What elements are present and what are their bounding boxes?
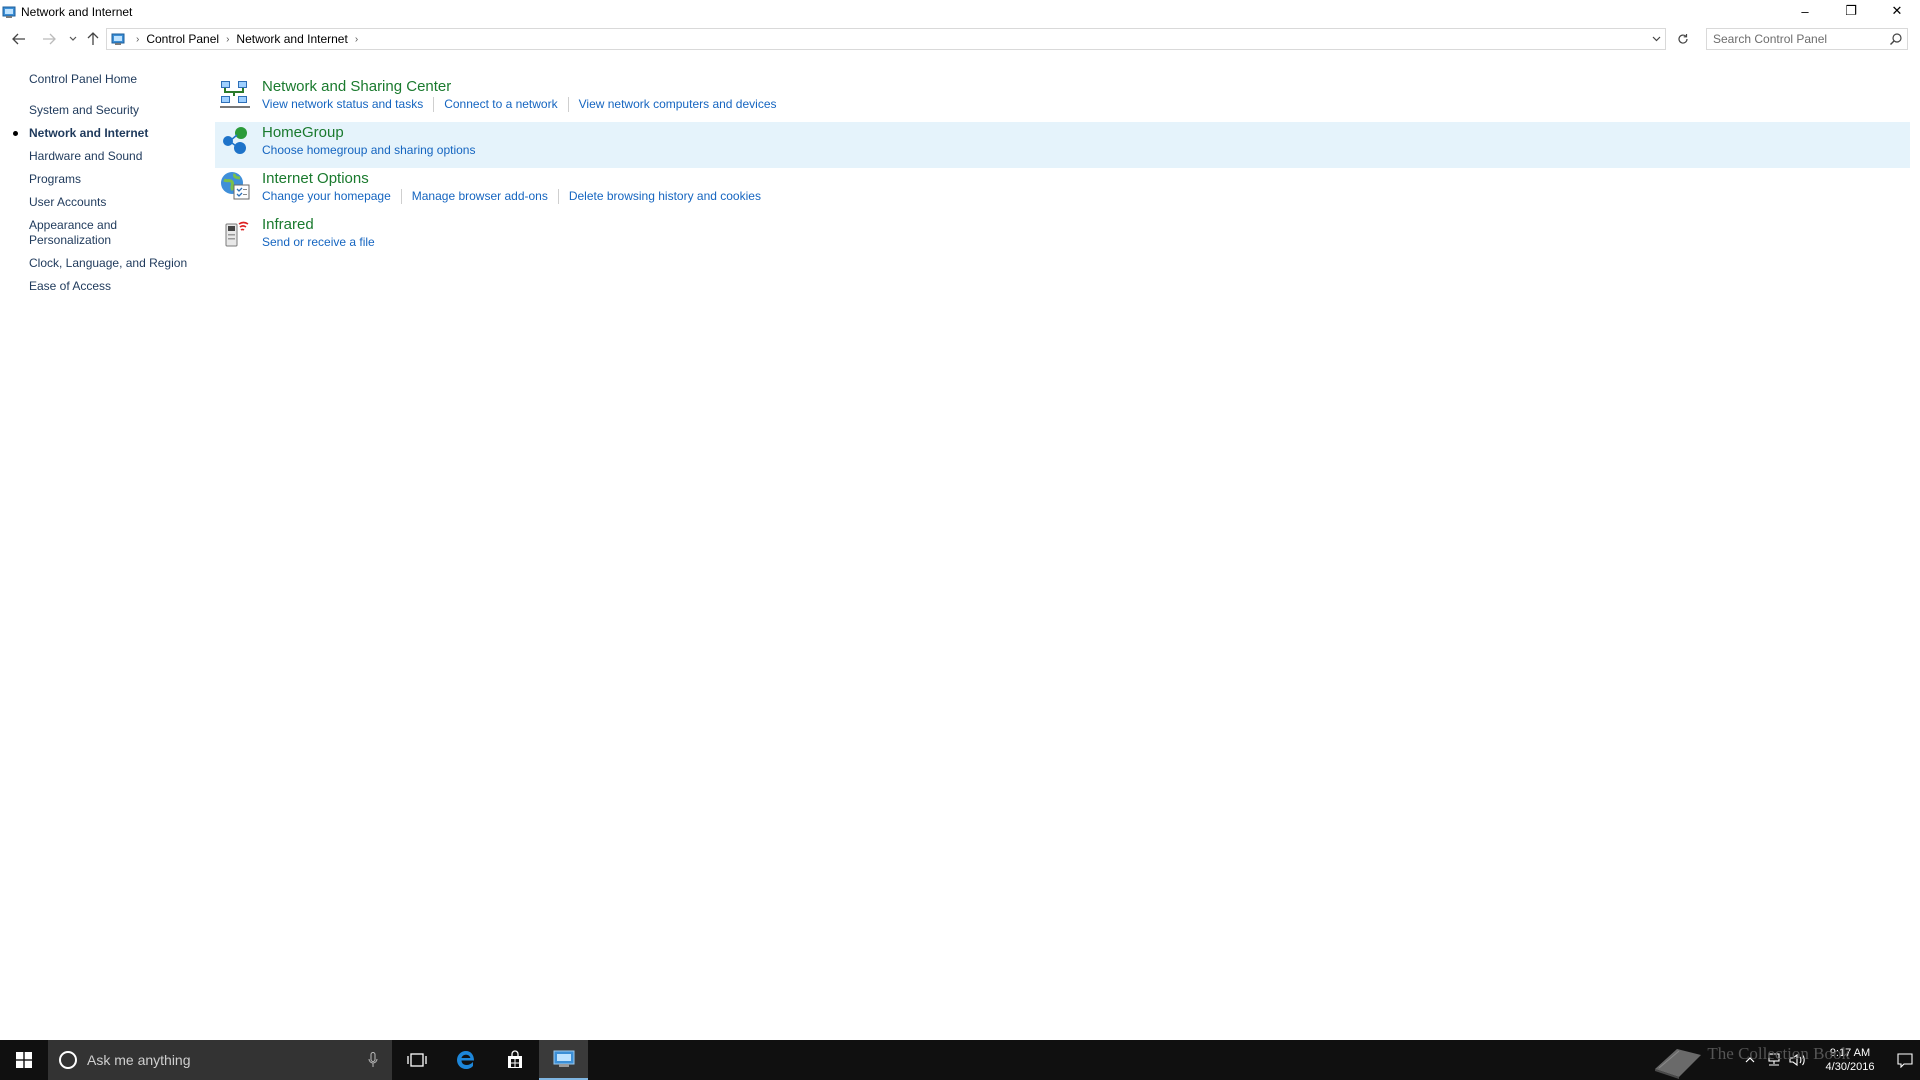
breadcrumb-control-panel[interactable]: Control Panel bbox=[146, 32, 219, 46]
cortana-search-text: Ask me anything bbox=[87, 1052, 191, 1068]
forward-button[interactable] bbox=[38, 28, 60, 50]
taskbar: Ask me anything The Collection Book 9:17… bbox=[0, 1040, 1920, 1080]
control-panel-icon bbox=[111, 33, 125, 45]
task-view-icon bbox=[406, 1053, 427, 1067]
nav-network-and-internet[interactable]: Network and Internet bbox=[13, 126, 199, 141]
control-panel-icon bbox=[553, 1050, 574, 1067]
refresh-button[interactable] bbox=[1672, 28, 1694, 50]
cortana-search-box[interactable]: Ask me anything bbox=[48, 1040, 392, 1080]
change-homepage-link[interactable]: Change your homepage bbox=[262, 189, 391, 204]
address-bar: › Control Panel › Network and Internet › bbox=[0, 28, 1920, 52]
network-sharing-icon bbox=[220, 81, 250, 108]
chevron-down-icon bbox=[1652, 36, 1660, 42]
watermark-text: The Collection Book bbox=[1707, 1044, 1850, 1063]
manage-browser-addons-link[interactable]: Manage browser add-ons bbox=[412, 189, 548, 204]
back-arrow-icon bbox=[12, 33, 25, 45]
category-internet-options: Internet Options Change your homepage Ma… bbox=[215, 168, 1910, 214]
nav-clock-language-region[interactable]: Clock, Language, and Region bbox=[29, 256, 199, 271]
address-dropdown-button[interactable] bbox=[1647, 29, 1665, 49]
window-title: Network and Internet bbox=[21, 5, 133, 19]
back-button[interactable] bbox=[8, 28, 30, 50]
up-arrow-icon bbox=[87, 32, 99, 45]
system-tray: The Collection Book 9:17 AM 4/30/2016 bbox=[1655, 1040, 1920, 1080]
nav-user-accounts[interactable]: User Accounts bbox=[29, 195, 199, 210]
link-divider bbox=[433, 97, 435, 112]
connect-to-network-link[interactable]: Connect to a network bbox=[444, 97, 557, 112]
link-divider bbox=[567, 97, 569, 112]
homegroup-link[interactable]: HomeGroup bbox=[262, 122, 1910, 142]
delete-browsing-history-link[interactable]: Delete browsing history and cookies bbox=[569, 189, 761, 204]
nav-ease-of-access[interactable]: Ease of Access bbox=[29, 279, 199, 294]
edge-icon bbox=[456, 1051, 474, 1069]
windows-logo-icon bbox=[16, 1052, 32, 1068]
refresh-icon bbox=[1678, 34, 1688, 44]
infrared-icon bbox=[225, 221, 249, 247]
internet-options-icon bbox=[221, 172, 250, 200]
control-panel-icon bbox=[2, 6, 16, 18]
network-and-sharing-center-link[interactable]: Network and Sharing Center bbox=[262, 76, 1910, 96]
cortana-circle-icon bbox=[59, 1051, 77, 1069]
search-icon[interactable] bbox=[1889, 32, 1903, 46]
store-button[interactable] bbox=[490, 1040, 539, 1080]
microphone-icon[interactable] bbox=[368, 1052, 378, 1068]
close-button[interactable]: ✕ bbox=[1874, 0, 1920, 22]
book-logo-icon bbox=[1655, 1049, 1701, 1079]
recent-locations-button[interactable] bbox=[66, 28, 80, 50]
link-divider bbox=[557, 189, 559, 204]
nav-programs[interactable]: Programs bbox=[29, 172, 199, 187]
store-icon bbox=[507, 1050, 522, 1068]
view-network-computers-link[interactable]: View network computers and devices bbox=[579, 97, 777, 112]
chevron-right-icon[interactable]: › bbox=[226, 34, 229, 45]
internet-options-link[interactable]: Internet Options bbox=[262, 168, 1910, 188]
chevron-down-icon bbox=[69, 36, 77, 41]
homegroup-icon bbox=[223, 127, 247, 154]
nav-system-and-security[interactable]: System and Security bbox=[29, 103, 199, 118]
address-field[interactable]: › Control Panel › Network and Internet › bbox=[106, 28, 1666, 50]
send-or-receive-file-link[interactable]: Send or receive a file bbox=[262, 235, 375, 250]
view-network-status-link[interactable]: View network status and tasks bbox=[262, 97, 423, 112]
control-panel-taskbar-button[interactable] bbox=[539, 1040, 588, 1080]
choose-homegroup-options-link[interactable]: Choose homegroup and sharing options bbox=[262, 143, 475, 158]
nav-appearance-and-personalization[interactable]: Appearance and Personalization bbox=[29, 218, 139, 248]
category-list: Network and Sharing Center View network … bbox=[215, 76, 1910, 260]
up-button[interactable] bbox=[82, 28, 104, 50]
infrared-link[interactable]: Infrared bbox=[262, 214, 1910, 234]
chevron-right-icon[interactable]: › bbox=[136, 34, 139, 45]
task-view-button[interactable] bbox=[392, 1040, 441, 1080]
chevron-right-icon[interactable]: › bbox=[355, 34, 358, 45]
window-controls: – ❐ ✕ bbox=[1782, 0, 1920, 22]
forward-arrow-icon bbox=[43, 33, 56, 45]
category-network-and-sharing-center: Network and Sharing Center View network … bbox=[215, 76, 1910, 122]
link-divider bbox=[400, 189, 402, 204]
breadcrumb-network-and-internet[interactable]: Network and Internet bbox=[236, 32, 347, 46]
start-button[interactable] bbox=[0, 1040, 48, 1080]
minimize-button[interactable]: – bbox=[1782, 0, 1828, 22]
category-homegroup: HomeGroup Choose homegroup and sharing o… bbox=[215, 122, 1910, 168]
nav-hardware-and-sound[interactable]: Hardware and Sound bbox=[29, 149, 199, 164]
left-navigation: Control Panel Home System and Security N… bbox=[13, 72, 199, 302]
title-bar: Network and Internet – ❐ ✕ bbox=[0, 0, 1920, 24]
action-center-button[interactable] bbox=[1890, 1040, 1920, 1080]
search-input[interactable] bbox=[1713, 32, 1883, 46]
control-panel-home-link[interactable]: Control Panel Home bbox=[29, 72, 199, 86]
category-infrared: Infrared Send or receive a file bbox=[215, 214, 1910, 260]
search-box bbox=[1706, 28, 1908, 50]
maximize-button[interactable]: ❐ bbox=[1828, 0, 1874, 22]
edge-browser-button[interactable] bbox=[441, 1040, 490, 1080]
notification-icon bbox=[1897, 1053, 1913, 1068]
